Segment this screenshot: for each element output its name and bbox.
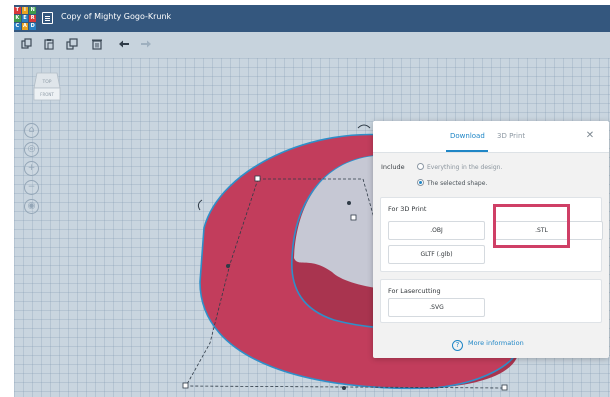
fit-view-button[interactable]: ◎ [24, 142, 39, 157]
logo-letter: D [29, 23, 36, 30]
section-title: For Lasercutting [388, 287, 441, 295]
gltf-button[interactable]: GLTF (.glb) [388, 245, 485, 264]
option-everything[interactable]: Everything in the design. [417, 163, 502, 171]
perspective-icon: ◉ [27, 201, 36, 211]
design-menu-icon[interactable] [42, 12, 53, 24]
more-information-label: More information [468, 339, 524, 347]
resize-handle[interactable] [226, 264, 230, 268]
stl-button[interactable]: .STL [493, 221, 590, 240]
view-controls: ⌂ ◎ + − ◉ [24, 123, 42, 218]
rotate-handle[interactable] [357, 124, 371, 129]
logo-letter: R [29, 15, 36, 22]
close-icon[interactable]: ✕ [584, 130, 596, 142]
option-everything-label: Everything in the design. [427, 164, 503, 171]
viewcube-top-label: TOP [41, 79, 51, 85]
include-label: Include [381, 163, 405, 171]
perspective-button[interactable]: ◉ [24, 199, 39, 214]
tinkercad-logo[interactable]: T I N K E R C A D [14, 7, 36, 30]
resize-handle[interactable] [501, 384, 508, 391]
obj-button[interactable]: .OBJ [388, 221, 485, 240]
stl-button-edge[interactable] [588, 221, 603, 240]
duplicate-icon[interactable] [66, 38, 78, 50]
radio-icon[interactable] [417, 163, 424, 170]
section-title: For 3D Print [388, 205, 427, 213]
section-3d-print: For 3D Print .OBJ .STL GLTF (.glb) [380, 197, 603, 272]
logo-letter: N [29, 7, 36, 14]
tinkercad-window: T I N K E R C A D Copy of Mighty Gogo-Kr… [14, 5, 610, 397]
home-icon: ⌂ [28, 125, 35, 135]
trash-icon[interactable] [91, 38, 103, 50]
tab-download[interactable]: Download [450, 132, 485, 140]
zoom-in-button[interactable]: + [24, 161, 39, 176]
resize-handle[interactable] [342, 386, 346, 390]
edit-toolbar [14, 32, 610, 58]
tab-3d-print[interactable]: 3D Print [497, 132, 525, 140]
resize-handle[interactable] [347, 201, 351, 205]
option-selected-shape[interactable]: The selected shape. [417, 179, 487, 187]
dialog-header: Download 3D Print ✕ [373, 121, 609, 153]
more-information-link[interactable]: ? More information [452, 339, 524, 351]
redo-icon[interactable] [140, 38, 152, 50]
minus-icon: − [27, 182, 36, 192]
section-lasercutting: For Lasercutting .SVG [380, 279, 602, 323]
logo-letter: K [14, 15, 21, 22]
zoom-out-button[interactable]: − [24, 180, 39, 195]
design-title[interactable]: Copy of Mighty Gogo-Krunk [61, 12, 171, 21]
paste-icon[interactable] [43, 38, 55, 50]
viewcube-front-label: FRONT [40, 92, 54, 97]
download-dialog: Download 3D Print ✕ Include Everything i… [373, 121, 609, 358]
view-cube[interactable]: TOP FRONT [32, 70, 62, 104]
option-selected-label: The selected shape. [427, 180, 488, 187]
info-icon: ? [452, 340, 463, 351]
svg-button[interactable]: .SVG [388, 298, 485, 317]
resize-handle[interactable] [182, 382, 189, 389]
logo-letter: T [14, 7, 21, 14]
top-bar: T I N K E R C A D Copy of Mighty Gogo-Kr… [14, 5, 610, 32]
logo-letter: I [21, 7, 29, 14]
undo-icon[interactable] [118, 38, 130, 50]
resize-handle[interactable] [254, 175, 261, 182]
logo-letter: A [21, 23, 29, 30]
resize-handle[interactable] [350, 214, 357, 221]
logo-letter: E [21, 15, 29, 22]
home-view-button[interactable]: ⌂ [24, 123, 39, 138]
copy-icon[interactable] [21, 38, 33, 50]
plus-icon: + [27, 163, 36, 173]
logo-letter: C [14, 23, 21, 30]
active-tab-indicator [446, 150, 488, 152]
radio-checked-icon[interactable] [417, 179, 424, 186]
rotate-handle[interactable] [197, 199, 203, 211]
fit-icon: ◎ [27, 144, 36, 154]
